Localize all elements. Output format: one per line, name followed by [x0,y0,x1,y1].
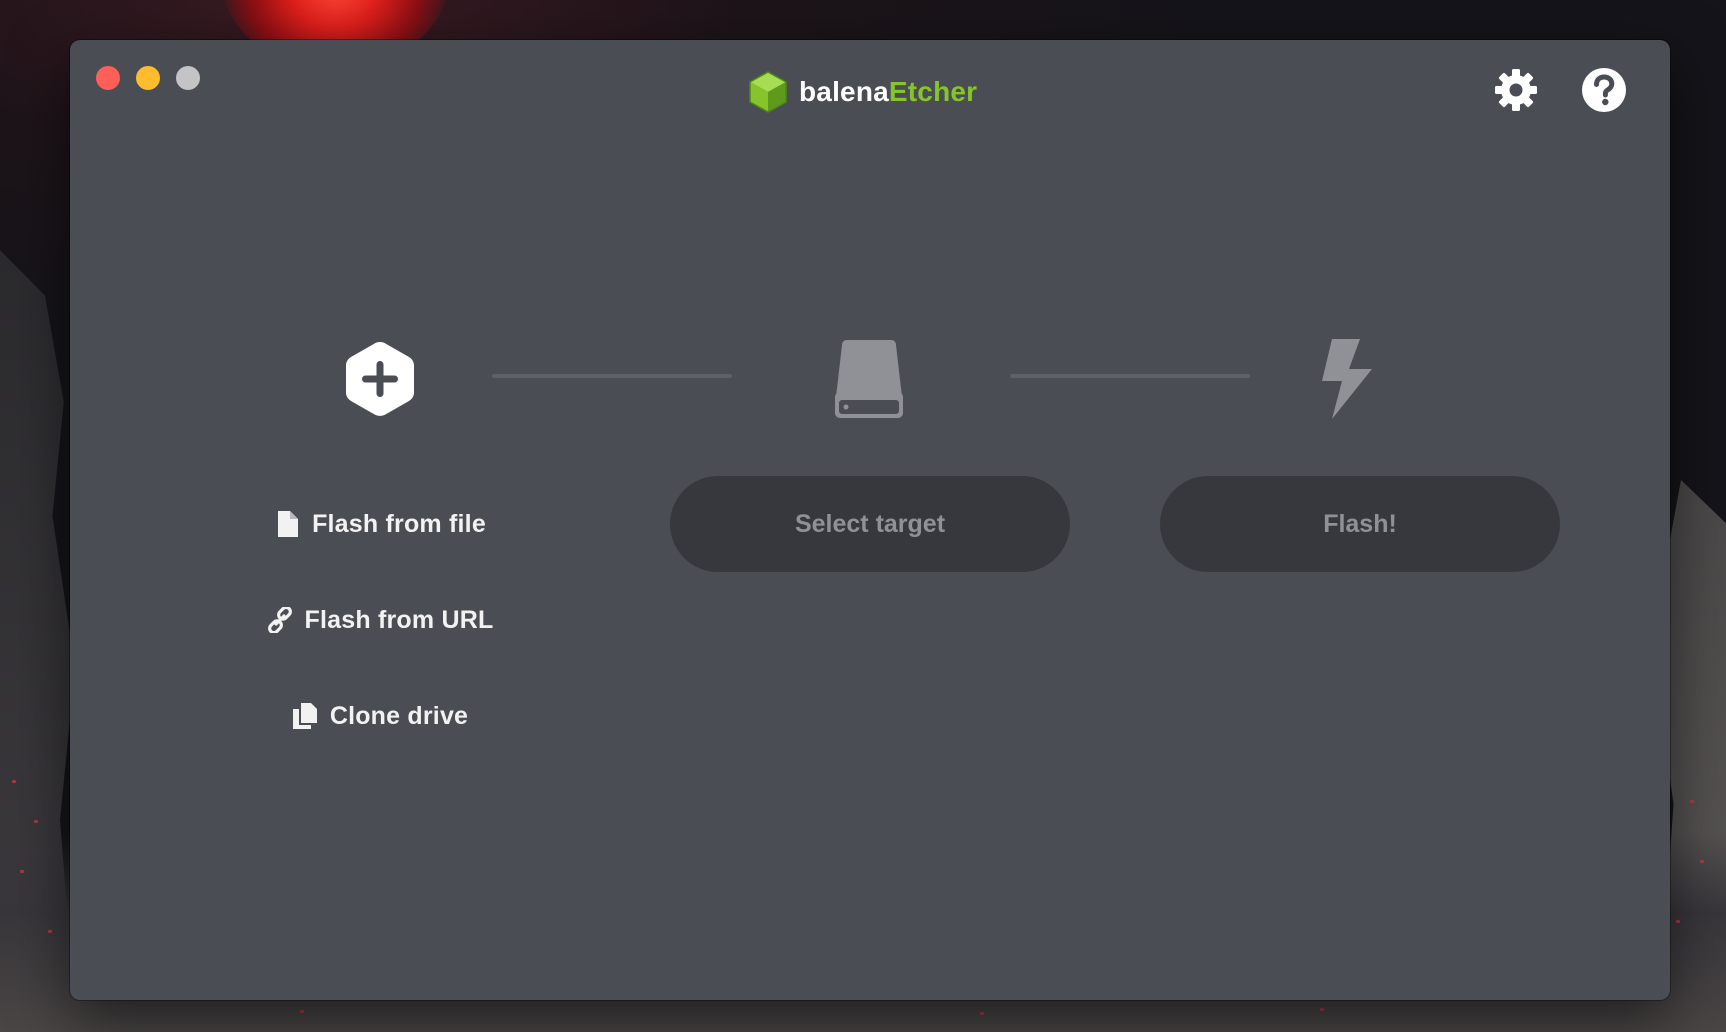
help-button[interactable] [1580,66,1628,114]
lightning-icon [1322,339,1372,419]
wallpaper-speck [1320,1008,1324,1011]
wallpaper-speck [1690,800,1694,803]
gear-icon [1495,69,1537,111]
minimize-window-button[interactable] [136,66,160,90]
wallpaper-speck [34,820,38,823]
app-window: balenaEtcher Flash from file Flash from … [70,40,1670,1000]
wallpaper-speck [12,780,16,783]
wallpaper-speck [1676,920,1680,923]
file-icon [274,511,300,537]
flash-from-url-label: Flash from URL [304,605,494,634]
app-name-part2: Etcher [888,76,978,107]
step-connector-2 [1010,374,1250,378]
drive-icon [835,340,903,418]
flash-from-file-button[interactable]: Flash from file [220,502,540,546]
hexagon-plus-icon [346,342,414,416]
clone-drive-label: Clone drive [329,701,469,730]
wallpaper-speck [300,1010,304,1013]
zoom-window-button[interactable] [176,66,200,90]
copy-icon [292,703,318,729]
clone-drive-button[interactable]: Clone drive [220,694,540,738]
wallpaper-speck [48,930,52,933]
wallpaper-speck [980,1012,984,1015]
question-circle-icon [1582,68,1626,112]
select-target-button[interactable]: Select target [670,476,1070,572]
flash-from-url-button[interactable]: Flash from URL [220,598,540,642]
step-connector-1 [492,374,732,378]
cube-logo-icon [749,71,787,113]
close-window-button[interactable] [96,66,120,90]
app-name: balenaEtcher [799,70,977,114]
app-name-part1: balena [799,76,889,107]
target-step-icon [824,334,914,424]
flash-step-icon [1301,334,1391,424]
wallpaper-speck [20,870,24,873]
app-logo: balenaEtcher [748,70,977,114]
flash-from-file-label: Flash from file [312,509,486,538]
settings-button[interactable] [1492,66,1540,114]
flash-button[interactable]: Flash! [1160,476,1560,572]
select-source-step-icon[interactable] [335,334,425,424]
link-icon [267,607,293,633]
wallpaper-speck [1700,860,1704,863]
